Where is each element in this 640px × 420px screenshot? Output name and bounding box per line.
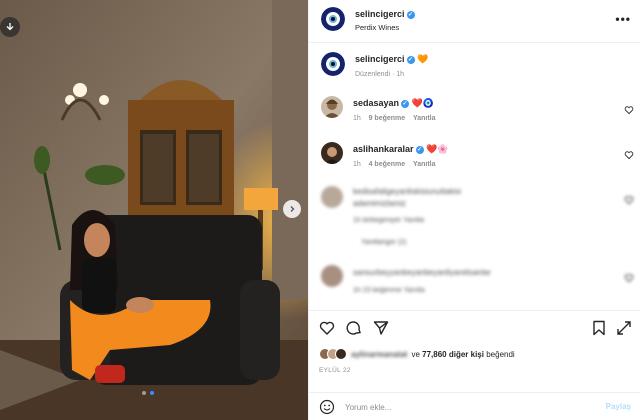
comment-avatar-blurred[interactable] xyxy=(321,186,343,208)
blurred-comment-text: kedisafaligeyanliskisiunuttakisi xyxy=(353,187,462,196)
verified-icon: ✓ xyxy=(401,99,410,108)
photo-image xyxy=(0,0,308,420)
verified-icon: ✓ xyxy=(406,10,415,19)
carousel-dots xyxy=(142,391,154,395)
comment-icon[interactable] xyxy=(346,320,362,336)
caption-avatar[interactable] xyxy=(321,52,345,76)
post-details-panel: selincigerci ✓ Perdix Wines ••• selincige… xyxy=(308,0,640,420)
comment-avatar-blurred[interactable] xyxy=(321,265,343,287)
comment-avatar[interactable] xyxy=(321,96,343,118)
blurred-comment-text: adamimizlamiz xyxy=(353,199,406,208)
post-header: selincigerci ✓ Perdix Wines ••• xyxy=(309,0,640,43)
comment-time: 1h xyxy=(353,161,361,168)
comment-meta: 1h 9 beğenme Yanıtla xyxy=(353,115,436,122)
likes-count[interactable]: 77,860 diğer kişi xyxy=(422,350,484,359)
next-arrow-icon xyxy=(290,206,295,212)
share-icon[interactable] xyxy=(373,320,389,336)
post-comment-button[interactable]: Paylaş xyxy=(606,402,631,411)
comment-like-icon[interactable] xyxy=(624,192,634,205)
comment-meta: 1h 4 beğenme Yanıtla xyxy=(353,161,436,168)
blurred-comment-text: sansurbeyyanbeyanbeyanliyarelisanlar xyxy=(353,268,491,277)
download-icon xyxy=(6,23,14,31)
blurred-comment-meta: 1h 23 beğenme Yanıtla xyxy=(353,287,425,294)
verified-icon: ✓ xyxy=(415,145,424,154)
carousel-dot xyxy=(142,391,146,395)
post-photo[interactable] xyxy=(0,0,308,420)
emoji-icon[interactable] xyxy=(319,399,335,415)
comment-time: 1h xyxy=(353,115,361,122)
save-icon[interactable] xyxy=(591,320,607,336)
comment-like-icon[interactable] xyxy=(624,270,634,283)
post-location[interactable]: Perdix Wines xyxy=(355,23,399,32)
reply-button[interactable]: Yanıtla xyxy=(413,161,436,168)
post-actions xyxy=(309,310,640,340)
comment-username[interactable]: aslihankaralar xyxy=(353,144,414,154)
reply-button[interactable]: Yanıtla xyxy=(413,115,436,122)
like-icon[interactable] xyxy=(319,320,335,336)
comment-input[interactable] xyxy=(345,399,585,415)
view-replies-button[interactable]: Yanitlarigor (2) xyxy=(361,239,406,246)
comment-like-icon[interactable] xyxy=(624,147,634,160)
comment-likes[interactable]: 9 beğenme xyxy=(369,115,406,122)
comment-text: ❤️🌸 xyxy=(426,144,449,154)
comment-username[interactable]: sedasayan xyxy=(353,98,399,108)
verified-icon: ✓ xyxy=(406,55,415,64)
likes-suffix: beğendi xyxy=(486,349,515,359)
comment-bar: Paylaş xyxy=(309,392,640,420)
caption-username[interactable]: selincigerci xyxy=(355,54,405,64)
liker-avatar[interactable] xyxy=(335,348,347,360)
owner-avatar[interactable] xyxy=(321,7,345,31)
caption-text: 🧡 xyxy=(417,54,429,64)
more-options-icon[interactable]: ••• xyxy=(615,12,631,26)
comment-avatar[interactable] xyxy=(321,142,343,164)
owner-username[interactable]: selincigerci xyxy=(355,9,405,19)
expand-icon[interactable] xyxy=(616,320,632,336)
comment-text: ❤️🧿 xyxy=(411,98,434,108)
likes-summary: aylinarmanatat ve 77,860 diğer kişi beğe… xyxy=(319,347,515,361)
caption-edited: Düzenlendi · 1h xyxy=(355,71,405,78)
next-photo-button[interactable] xyxy=(283,200,301,218)
post-date[interactable]: EYLÜL 22 xyxy=(319,367,351,374)
liker-username[interactable]: aylinarmanatat xyxy=(351,350,407,359)
carousel-dot-active xyxy=(150,391,154,395)
blurred-comment-meta: 1h birbegeniyer Yanitla xyxy=(353,217,424,224)
download-button[interactable] xyxy=(0,17,20,37)
likes-prefix: ve xyxy=(411,349,420,359)
comment-likes[interactable]: 4 beğenme xyxy=(369,161,406,168)
comment-like-icon[interactable] xyxy=(624,102,634,115)
